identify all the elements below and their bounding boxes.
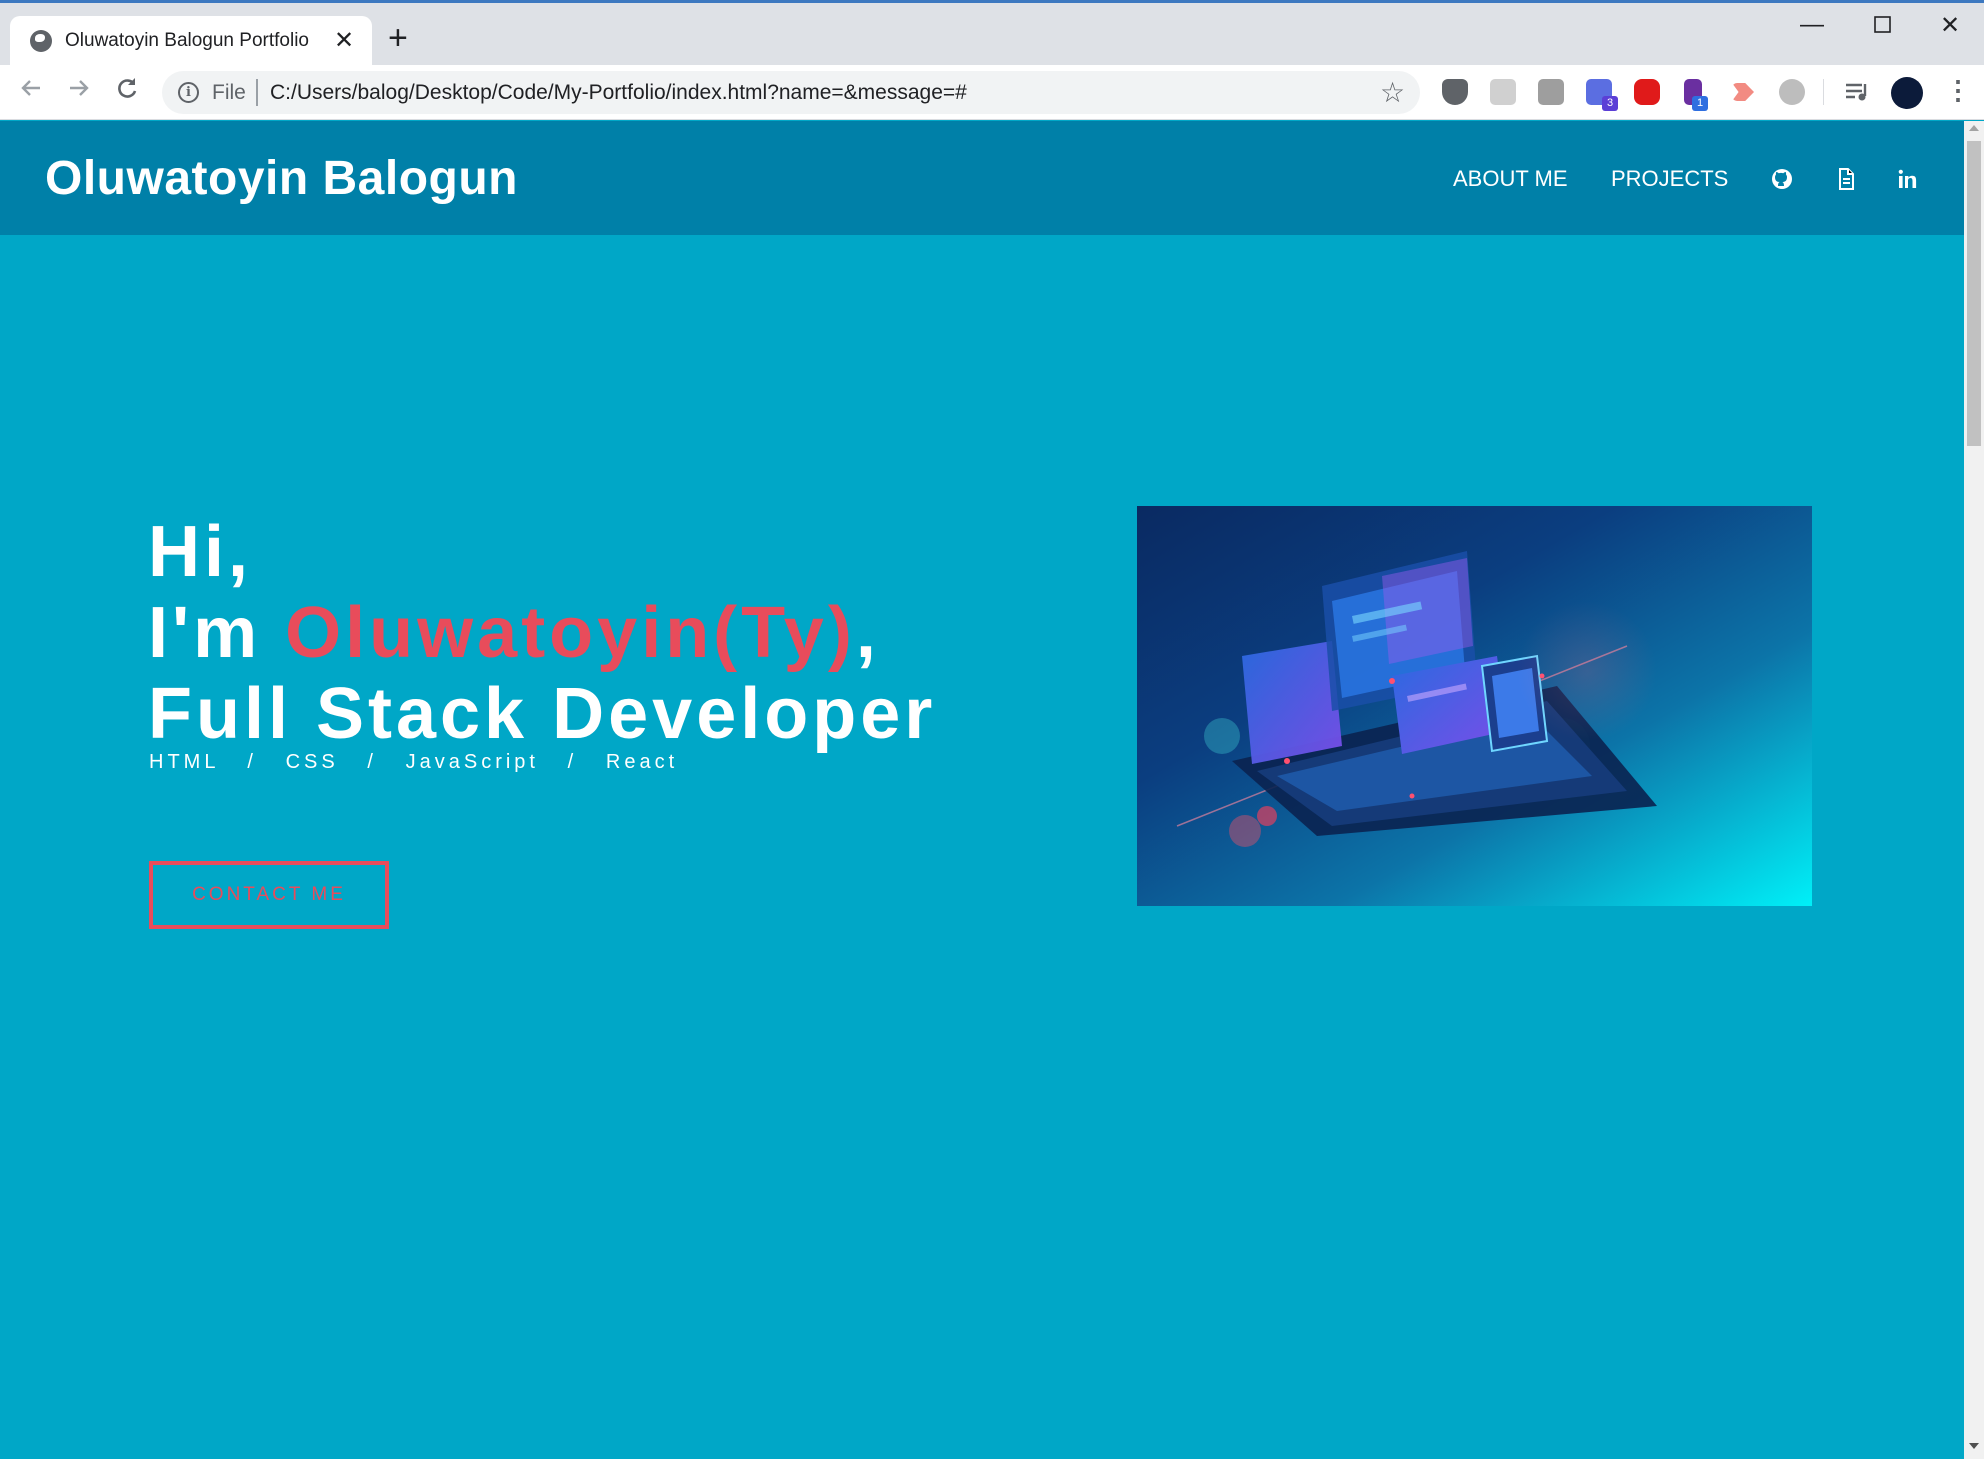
- skills-list: HTML / CSS / JavaScript / React: [149, 751, 679, 773]
- github-icon[interactable]: [1770, 167, 1794, 191]
- tab-strip: Oluwatoyin Balogun Portfolio ✕ + — ✕: [0, 3, 1984, 66]
- r-extension-icon[interactable]: [1538, 79, 1564, 105]
- extension-badge: 3: [1602, 96, 1618, 111]
- circle-extension-icon[interactable]: [1779, 79, 1805, 105]
- scroll-down-icon[interactable]: [1969, 1443, 1979, 1449]
- bookmark-star-icon[interactable]: ☆: [1380, 76, 1405, 109]
- arrow-extension-icon[interactable]: [1732, 83, 1754, 101]
- browser-toolbar: i File C:/Users/balog/Desktop/Code/My-Po…: [0, 65, 1984, 120]
- profile-avatar[interactable]: [1891, 77, 1923, 109]
- url-text[interactable]: C:/Users/balog/Desktop/Code/My-Portfolio…: [270, 81, 967, 105]
- nav-projects[interactable]: PROJECTS: [1611, 166, 1728, 192]
- back-icon[interactable]: [18, 75, 44, 108]
- hero-illustration: [1137, 506, 1812, 906]
- window-close-icon[interactable]: ✕: [1940, 11, 1960, 40]
- hero-greeting: Hi,: [148, 512, 253, 592]
- hero-intro: I'm Oluwatoyin(Ty),: [148, 593, 880, 673]
- new-tab-icon[interactable]: +: [388, 21, 408, 55]
- url-divider: [256, 79, 258, 106]
- extension-badge: 1: [1692, 96, 1708, 111]
- scroll-up-icon[interactable]: [1969, 125, 1979, 131]
- document-icon[interactable]: [1834, 167, 1858, 191]
- globe-icon: [30, 30, 52, 52]
- hero-section: Hi, I'm Oluwatoyin(Ty), Full Stack Devel…: [0, 235, 1964, 1459]
- maximize-icon[interactable]: [1874, 13, 1892, 41]
- info-icon[interactable]: i: [178, 82, 199, 103]
- hero-role: Full Stack Developer: [148, 674, 937, 754]
- address-bar[interactable]: i File C:/Users/balog/Desktop/Code/My-Po…: [162, 71, 1420, 114]
- reload-icon[interactable]: [114, 75, 140, 108]
- page-scrollbar[interactable]: [1964, 121, 1984, 1459]
- contact-me-button[interactable]: CONTACT ME: [149, 861, 389, 929]
- toolbar-divider: [1823, 79, 1824, 105]
- adblock-extension-icon[interactable]: [1634, 79, 1660, 105]
- nav-about-me[interactable]: ABOUT ME: [1453, 166, 1568, 192]
- site-header: Oluwatoyin Balogun ABOUT ME PROJECTS: [0, 121, 1964, 235]
- tab-title: Oluwatoyin Balogun Portfolio: [65, 30, 309, 51]
- browser-tab[interactable]: Oluwatoyin Balogun Portfolio ✕: [10, 16, 372, 66]
- close-tab-icon[interactable]: ✕: [334, 26, 354, 55]
- minimize-icon[interactable]: —: [1800, 11, 1824, 39]
- menu-icon[interactable]: ⋮: [1945, 75, 1971, 106]
- p-extension-icon[interactable]: 1: [1684, 79, 1708, 111]
- url-scheme: File: [212, 81, 246, 104]
- r-script-extension-icon[interactable]: [1490, 79, 1516, 105]
- site-brand[interactable]: Oluwatoyin Balogun: [45, 151, 518, 206]
- scroll-thumb[interactable]: [1967, 141, 1981, 446]
- s-extension-icon[interactable]: 3: [1586, 79, 1618, 111]
- hero-intro-prefix: I'm: [148, 593, 286, 673]
- hero-intro-suffix: ,: [855, 593, 880, 673]
- media-queue-icon[interactable]: [1844, 80, 1870, 106]
- linkedin-icon[interactable]: [1896, 167, 1920, 191]
- hero-name: Oluwatoyin(Ty): [285, 593, 856, 673]
- forward-icon[interactable]: [66, 75, 92, 108]
- shield-extension-icon[interactable]: [1442, 79, 1468, 105]
